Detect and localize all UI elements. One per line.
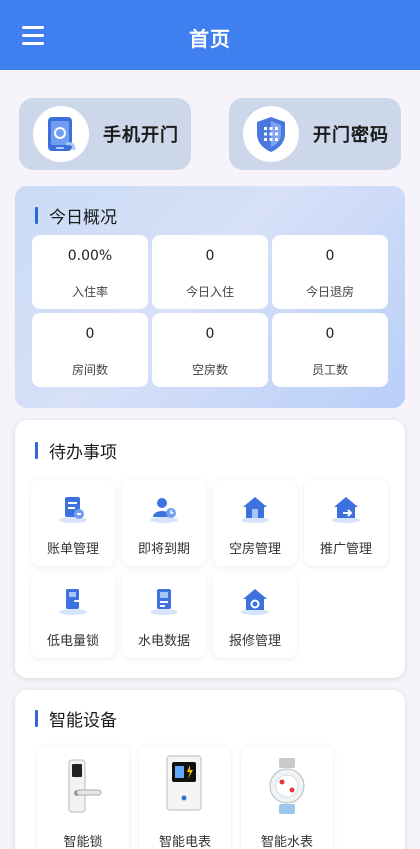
todo-label: 低电量锁 — [46, 634, 99, 649]
house-share-icon — [332, 497, 360, 523]
page-title: 首页 — [189, 27, 231, 51]
todo-label: 推广管理 — [319, 542, 372, 557]
unlock-password-label: 开门密码 — [313, 125, 389, 146]
stat-staff-count: 0 员工数 — [272, 313, 388, 387]
todo-promotion[interactable]: 推广管理 — [304, 480, 388, 566]
todo-low-battery-lock[interactable]: 低电量锁 — [31, 572, 115, 658]
water-meter-icon — [269, 758, 305, 814]
todo-bill-management[interactable]: 账单管理 — [31, 480, 115, 566]
smart-lock-icon — [68, 759, 102, 813]
todo-utility-data[interactable]: 水电数据 — [122, 572, 206, 658]
phone-unlock-icon — [33, 106, 89, 162]
device-label: 智能水表 — [260, 835, 313, 849]
phone-unlock-label: 手机开门 — [103, 125, 179, 146]
stat-today-checkin: 0 今日入住 — [152, 235, 268, 309]
stat-room-count: 0 房间数 — [32, 313, 148, 387]
electric-meter-icon — [166, 755, 202, 811]
todo-repair-management[interactable]: 报修管理 — [213, 572, 297, 658]
user-clock-icon — [150, 498, 178, 523]
house-repair-icon — [241, 589, 269, 615]
overview-title: 今日概况 — [35, 203, 117, 228]
house-icon — [241, 497, 269, 523]
bill-icon — [59, 497, 87, 523]
stat-occupancy-rate: 0.00% 入住率 — [32, 235, 148, 309]
todo-title: 待办事项 — [35, 438, 117, 463]
todo-label: 水电数据 — [137, 634, 190, 649]
keypad-shield-icon — [243, 106, 299, 162]
stat-vacant-count: 0 空房数 — [152, 313, 268, 387]
todo-label: 报修管理 — [228, 634, 281, 649]
phone-unlock-button[interactable]: 手机开门 — [19, 98, 191, 170]
todo-label: 账单管理 — [46, 542, 99, 557]
todo-vacant-rooms[interactable]: 空房管理 — [213, 480, 297, 566]
device-label: 智能电表 — [158, 835, 211, 849]
todo-card: 待办事项 账单管理 即将到期 空房管理 推广管理 低电量锁 水电数据 报修管理 — [15, 420, 405, 678]
todo-label: 即将到期 — [137, 542, 190, 557]
meter-icon — [150, 589, 178, 615]
today-overview-card: 今日概况 0.00% 入住率 0 今日入住 0 今日退房 0 房间数 0 空房数… — [15, 186, 405, 408]
stat-today-checkout: 0 今日退房 — [272, 235, 388, 309]
todo-expiring-soon[interactable]: 即将到期 — [122, 480, 206, 566]
devices-title: 智能设备 — [35, 706, 117, 731]
smart-devices-card: 智能设备 智能锁 智能电表 智能水表 — [15, 690, 405, 849]
unlock-password-button[interactable]: 开门密码 — [229, 98, 401, 170]
todo-label: 空房管理 — [228, 542, 281, 557]
door-lock-icon — [59, 589, 87, 615]
app-header: 首页 — [0, 0, 420, 70]
device-label: 智能锁 — [63, 835, 103, 849]
